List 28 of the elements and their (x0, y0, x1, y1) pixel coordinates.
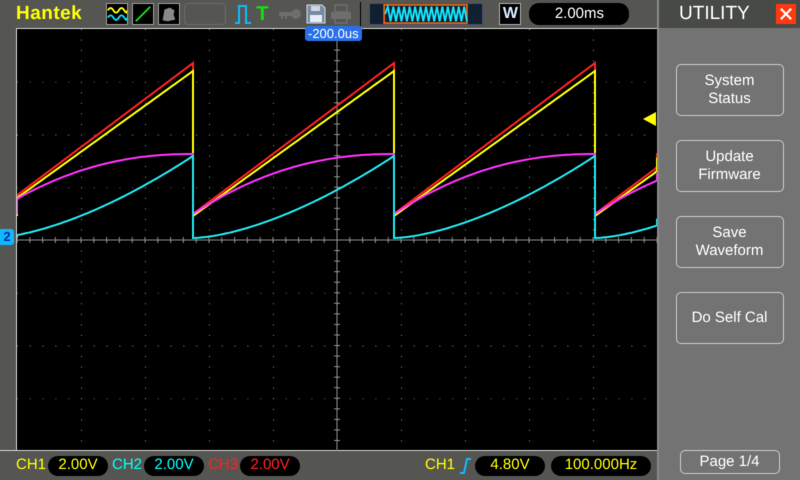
memory-waveform-icon (369, 3, 484, 25)
brand-logo: Hantek (16, 2, 82, 26)
menu-button[interactable]: Update Firmware (676, 140, 784, 192)
page-button[interactable]: Page 1/4 (680, 450, 780, 474)
trigger-level: 4.80V (475, 456, 545, 476)
channel-scale: 2.00V (240, 456, 300, 476)
waveform-icon[interactable] (106, 3, 128, 25)
menu-button[interactable]: System Status (676, 64, 784, 116)
menu-button[interactable]: Save Waveform (676, 216, 784, 268)
trigger-status: T (256, 4, 268, 24)
diagonal-line-icon[interactable] (132, 3, 154, 25)
time-offset-marker[interactable]: -200.0us (305, 26, 362, 41)
channel-label[interactable]: CH2 (112, 454, 142, 477)
menu-title: UTILITY (679, 2, 750, 26)
close-button[interactable] (776, 4, 796, 24)
channel-scale: 2.00V (144, 456, 204, 476)
rising-edge-icon (459, 458, 471, 474)
channel-marker[interactable]: 2 (0, 229, 14, 245)
channel-label[interactable]: CH1 (16, 454, 46, 477)
menu-button[interactable]: Do Self Cal (676, 292, 784, 344)
empty-slot (184, 3, 226, 25)
frequency-readout: 100.000Hz (551, 456, 651, 476)
timebase-value: 2.00ms (529, 3, 630, 25)
pulse-icon[interactable] (234, 3, 252, 25)
channel-scale: 2.00V (48, 456, 108, 476)
trigger-source: CH1 (424, 455, 455, 476)
persistence-icon[interactable] (158, 3, 180, 25)
window-mode-label: W (499, 3, 522, 25)
